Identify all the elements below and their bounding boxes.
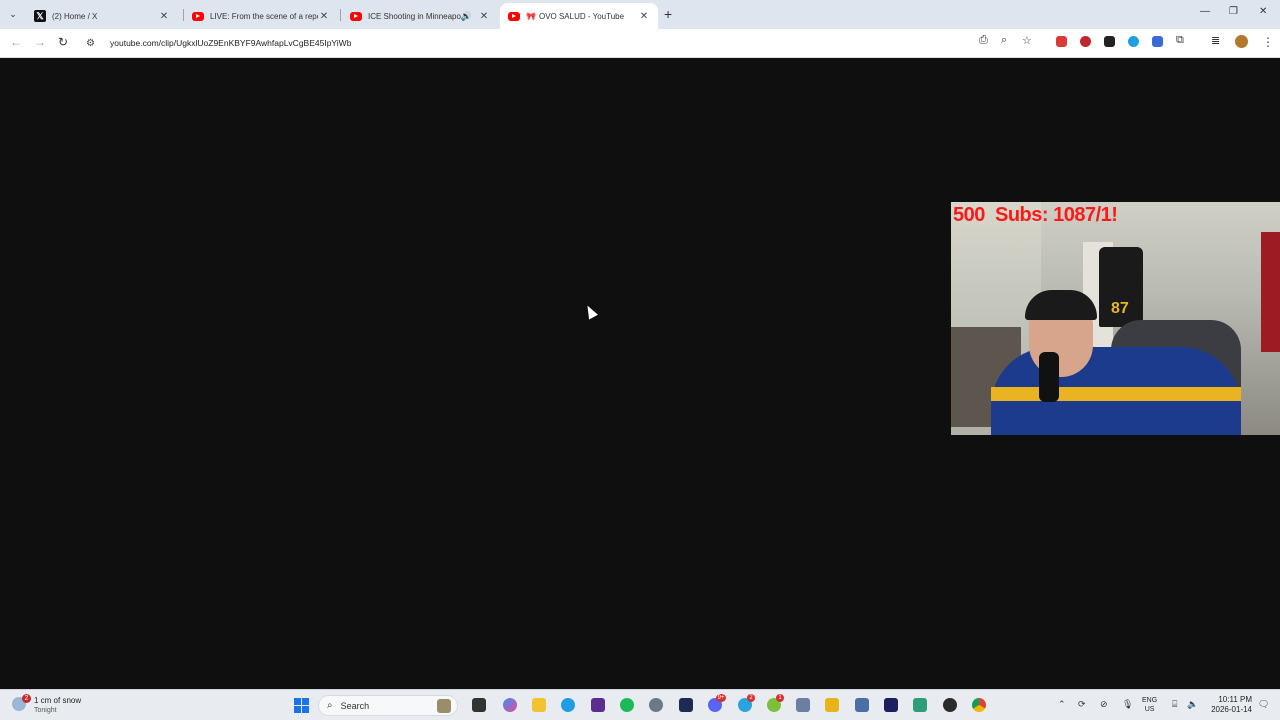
microphone (1039, 352, 1059, 402)
edge-icon[interactable] (561, 698, 575, 712)
region-code: US (1144, 706, 1155, 713)
youtube-icon (508, 11, 520, 21)
spotify-icon[interactable] (620, 698, 634, 712)
tab-search-icon[interactable]: ⌄ (4, 5, 22, 23)
search-icon: ⌕ (327, 700, 333, 711)
sync-icon[interactable]: ⟳ (1078, 699, 1086, 710)
windows-logo-icon (294, 706, 301, 713)
tab-title: LIVE: From the scene of a repor (210, 11, 318, 21)
windows-logo-icon (302, 698, 309, 705)
microphone-icon[interactable]: 🎙 (1122, 699, 1133, 710)
weather-summary[interactable]: 1 cm of snow (34, 696, 81, 705)
close-icon[interactable]: ✕ (638, 11, 650, 22)
discord-badge: 9+ (716, 694, 726, 702)
app-badge: 1 (776, 694, 784, 702)
chrome-icon[interactable] (972, 698, 986, 712)
extension-icon[interactable] (1056, 36, 1067, 47)
close-icon[interactable]: ✕ (478, 11, 490, 22)
network-off-icon[interactable]: ⊘ (1100, 699, 1108, 710)
notepad-icon[interactable] (913, 698, 927, 712)
forward-icon[interactable]: → (34, 35, 46, 49)
tab-title: OVO SALUD - YouTube (538, 11, 625, 21)
settings-gear-icon[interactable] (649, 698, 663, 712)
site-info-icon[interactable]: ⚙ (86, 38, 104, 49)
file-explorer-icon[interactable] (532, 698, 546, 712)
streamer-cap (1025, 290, 1097, 320)
weather-badge: 2 (22, 694, 31, 703)
volume-icon[interactable]: 🔈 (1187, 699, 1198, 710)
install-app-icon[interactable]: ⎙ (979, 34, 988, 47)
warning-app-icon[interactable] (825, 698, 839, 712)
taskbar-search[interactable]: ⌕ Search (318, 695, 458, 716)
language-indicator[interactable]: ENG US (1142, 696, 1157, 714)
windows-logo-icon (294, 698, 301, 705)
nzxt-icon[interactable] (591, 698, 605, 712)
language-code: ENG (1142, 697, 1158, 704)
menu-dots-icon[interactable]: ⋮ (1262, 35, 1274, 49)
calculator-icon[interactable] (796, 698, 810, 712)
chevron-up-icon[interactable]: ⌃ (1058, 699, 1066, 710)
new-tab-icon[interactable]: + (664, 6, 672, 22)
x-logo-icon: 𝕏 (34, 10, 46, 22)
system-clock[interactable]: 10:11 PM 2026-01-14 (1206, 695, 1252, 715)
copilot-icon[interactable] (503, 698, 517, 712)
tab-ice-shooting[interactable]: ICE Shooting in Minneapolis 🔊 ✕ (342, 3, 498, 29)
restore-icon[interactable]: ❐ (1229, 6, 1238, 17)
extensions-puzzle-icon[interactable]: ⧉ (1176, 34, 1184, 47)
zoom-icon[interactable]: ⌕ (1001, 34, 1007, 47)
youtube-icon (350, 11, 362, 21)
extension-icon[interactable] (1080, 36, 1091, 47)
url-text[interactable]: youtube.com/clip/UgkxlUoZ9EnKBYF9AwhfapL… (110, 38, 351, 48)
tab-ovo-salud[interactable]: 🎀 OVO SALUD - YouTube ✕ (500, 3, 658, 29)
bookmark-star-icon[interactable]: ☆ (1022, 34, 1032, 47)
search-label: Search (340, 700, 370, 711)
jersey-number: 87 (1111, 300, 1129, 317)
clock-date: 2026-01-14 (1211, 705, 1252, 714)
clock-time: 10:11 PM (1218, 695, 1252, 704)
browser-toolbar: ← → ↻ ⚙ youtube.com/clip/UgkxlUoZ9EnKBYF… (0, 29, 1280, 58)
subscriber-goal-text: 500 Subs: 1087/1! (953, 204, 1118, 226)
close-icon[interactable]: ✕ (158, 11, 170, 22)
profile-avatar[interactable] (1235, 35, 1248, 48)
app-icon[interactable] (679, 698, 693, 712)
extension-icon[interactable] (1128, 36, 1139, 47)
tab-title: ICE Shooting in Minneapolis (368, 11, 461, 21)
close-icon[interactable]: ✕ (318, 11, 330, 22)
premiere-pro-icon[interactable] (884, 698, 898, 712)
tab-title: (2) Home / X (52, 11, 98, 21)
back-icon[interactable]: ← (10, 35, 22, 49)
windows-taskbar: 2 1 cm of snow Tonight ⌕ Search 9+ 2 1 ⌃… (0, 689, 1280, 720)
tab-live-report[interactable]: LIVE: From the scene of a repor ✕ (184, 3, 338, 29)
minimize-icon[interactable]: — (1200, 6, 1210, 17)
start-button[interactable] (294, 698, 309, 713)
task-view-icon[interactable] (472, 698, 486, 712)
tab-divider (340, 9, 341, 21)
windows-logo-icon (302, 706, 309, 713)
ribbon-icon: 🎀 (526, 11, 536, 21)
tab-search-list-icon[interactable]: ≣ (1211, 34, 1220, 47)
youtube-icon (192, 11, 204, 21)
network-icon[interactable]: ⌸ (1172, 699, 1177, 710)
extension-icon[interactable] (1152, 36, 1163, 47)
extension-icon[interactable] (1104, 36, 1115, 47)
reload-icon[interactable]: ↻ (58, 35, 68, 49)
notifications-icon[interactable]: 🗨 (1258, 699, 1269, 710)
tab-x-home[interactable]: 𝕏 (2) Home / X ✕ (26, 3, 178, 29)
red-jersey (1261, 232, 1280, 352)
snipping-tool-icon[interactable] (855, 698, 869, 712)
obs-icon[interactable] (943, 698, 957, 712)
speaker-icon[interactable]: 🔊 (461, 11, 472, 22)
telegram-badge: 2 (747, 694, 755, 702)
close-window-icon[interactable]: ✕ (1259, 6, 1267, 17)
webcam-overlay: 87 500 Subs: 1087/1! (951, 202, 1280, 435)
tab-strip: ⌄ 𝕏 (2) Home / X ✕ LIVE: From the scene … (0, 0, 1280, 29)
jersey-stripe (991, 387, 1241, 401)
search-highlight-icon (437, 698, 451, 713)
weather-period[interactable]: Tonight (34, 707, 57, 714)
address-bar[interactable]: ⚙ youtube.com/clip/UgkxlUoZ9EnKBYF9Awhfa… (80, 32, 1040, 54)
